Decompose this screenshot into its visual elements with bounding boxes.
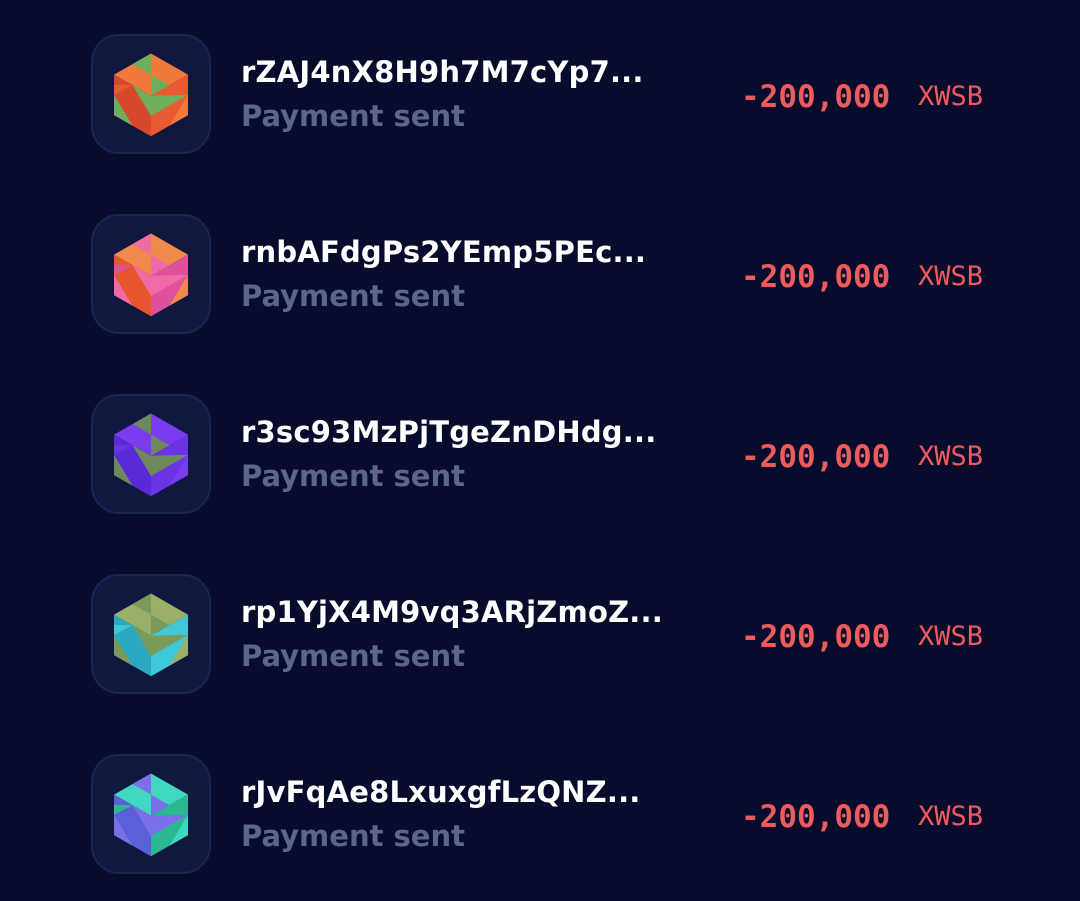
account-address: rnbAFdgPs2YEmp5PEc... (241, 235, 647, 269)
account-address: rp1YjX4M9vq3ARjZmoZ... (241, 595, 663, 629)
transaction-amount: -200,000 (741, 259, 891, 295)
transaction-amount: -200,000 (741, 799, 891, 835)
cube-identicon-icon (114, 773, 188, 857)
avatar (91, 394, 211, 514)
account-address: r3sc93MzPjTgeZnDHdg... (241, 415, 657, 449)
transaction-status: Payment sent (241, 99, 465, 133)
avatar (91, 214, 211, 334)
transaction-amount: -200,000 (741, 79, 891, 115)
transaction-list: rZAJ4nX8H9h7M7cYp7... Payment sent -200,… (0, 0, 1080, 901)
currency-code: XWSB (918, 621, 984, 652)
cube-identicon-icon (114, 593, 188, 677)
account-address: rZAJ4nX8H9h7M7cYp7... (241, 55, 644, 89)
transaction-status: Payment sent (241, 639, 465, 673)
transaction-row[interactable]: r3sc93MzPjTgeZnDHdg... Payment sent -200… (0, 394, 1080, 518)
cube-identicon-icon (114, 233, 188, 317)
transaction-row[interactable]: rnbAFdgPs2YEmp5PEc... Payment sent -200,… (0, 214, 1080, 338)
cube-identicon-icon (114, 53, 188, 137)
transaction-amount: -200,000 (741, 619, 891, 655)
avatar (91, 574, 211, 694)
transaction-amount: -200,000 (741, 439, 891, 475)
currency-code: XWSB (918, 261, 984, 292)
account-address: rJvFqAe8LxuxgfLzQNZ... (241, 775, 641, 809)
avatar (91, 34, 211, 154)
transaction-status: Payment sent (241, 819, 465, 853)
cube-identicon-icon (114, 413, 188, 497)
currency-code: XWSB (918, 81, 984, 112)
currency-code: XWSB (918, 801, 984, 832)
avatar (91, 754, 211, 874)
transaction-status: Payment sent (241, 459, 465, 493)
transaction-status: Payment sent (241, 279, 465, 313)
transaction-row[interactable]: rZAJ4nX8H9h7M7cYp7... Payment sent -200,… (0, 34, 1080, 158)
transaction-row[interactable]: rJvFqAe8LxuxgfLzQNZ... Payment sent -200… (0, 754, 1080, 878)
transaction-row[interactable]: rp1YjX4M9vq3ARjZmoZ... Payment sent -200… (0, 574, 1080, 698)
currency-code: XWSB (918, 441, 984, 472)
